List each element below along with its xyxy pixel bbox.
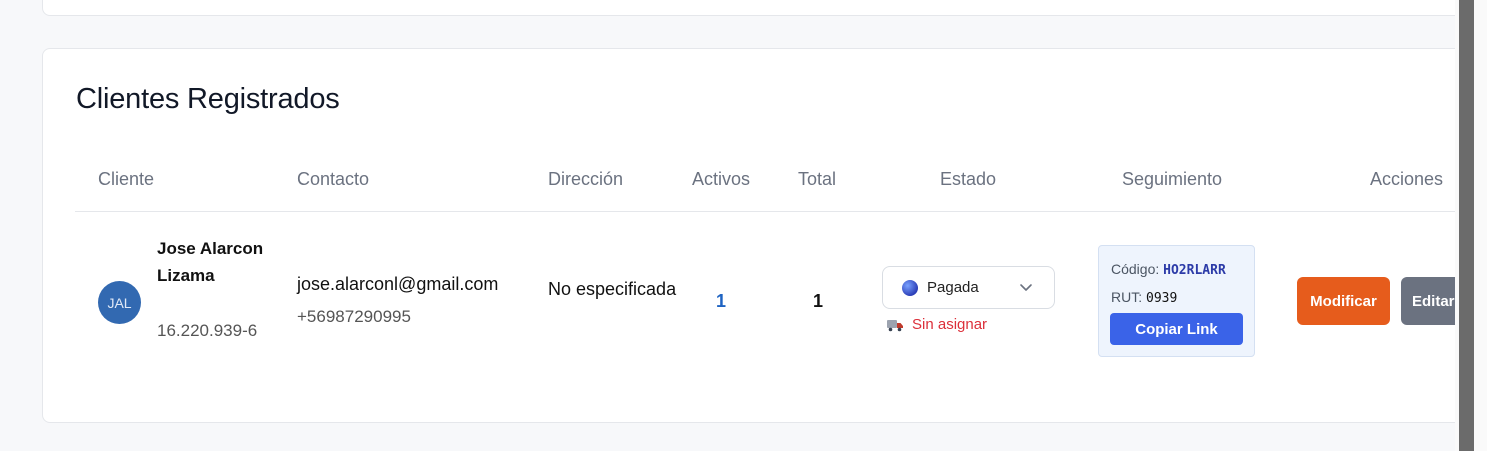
header-acciones: Acciones [1370,169,1444,189]
tracking-code: HO2RLARR [1163,263,1226,278]
modify-button[interactable]: Modificar [1297,277,1390,325]
client-rut: 16.220.939-6 [157,321,258,340]
header-direccion: Dirección [548,169,624,189]
client-name: Jose Alarcon Lizama [157,239,264,285]
tracking-rut-label: RUT: [1111,289,1143,305]
activos-count[interactable]: 1 [716,291,726,312]
client-phone: +56987290995 [297,307,411,326]
copy-link-button[interactable]: Copiar Link [1110,313,1243,345]
total-count: 1 [813,291,824,311]
scrollbar-thumb[interactable] [1459,0,1474,451]
clients-card: Clientes Registrados Cliente Contacto Di… [42,48,1472,423]
section-title: Clientes Registrados [76,83,340,115]
assignment-status: Sin asignar [886,316,987,333]
client-address: No especificada [548,279,677,299]
avatar: JAL [98,281,141,324]
tracking-box: Código: HO2RLARR RUT: 0939 Copiar Link [1098,245,1255,357]
tracking-code-label: Código: [1111,261,1160,277]
globe-dot-icon [902,279,918,296]
tracking-rut-value: 0939 [1146,291,1178,306]
header-contacto: Contacto [297,169,370,189]
header-total: Total [798,169,837,189]
header-activos: Activos [692,169,751,189]
estado-select[interactable]: Pagada [882,266,1055,309]
header-cliente: Cliente [98,169,155,189]
tracking-code-row: Código: HO2RLARR [1111,261,1226,278]
chevron-down-icon [1020,284,1032,291]
header-divider [75,211,1471,212]
truck-icon [887,319,903,331]
previous-card [42,0,1472,16]
assignment-label: Sin asignar [912,316,988,333]
tracking-rut-row: RUT: 0939 [1111,289,1177,306]
header-estado: Estado [940,169,997,189]
header-seguimiento: Seguimiento [1122,169,1223,189]
client-email: jose.alarconl@gmail.com [297,274,499,294]
estado-selected-label: Pagada [927,279,979,296]
